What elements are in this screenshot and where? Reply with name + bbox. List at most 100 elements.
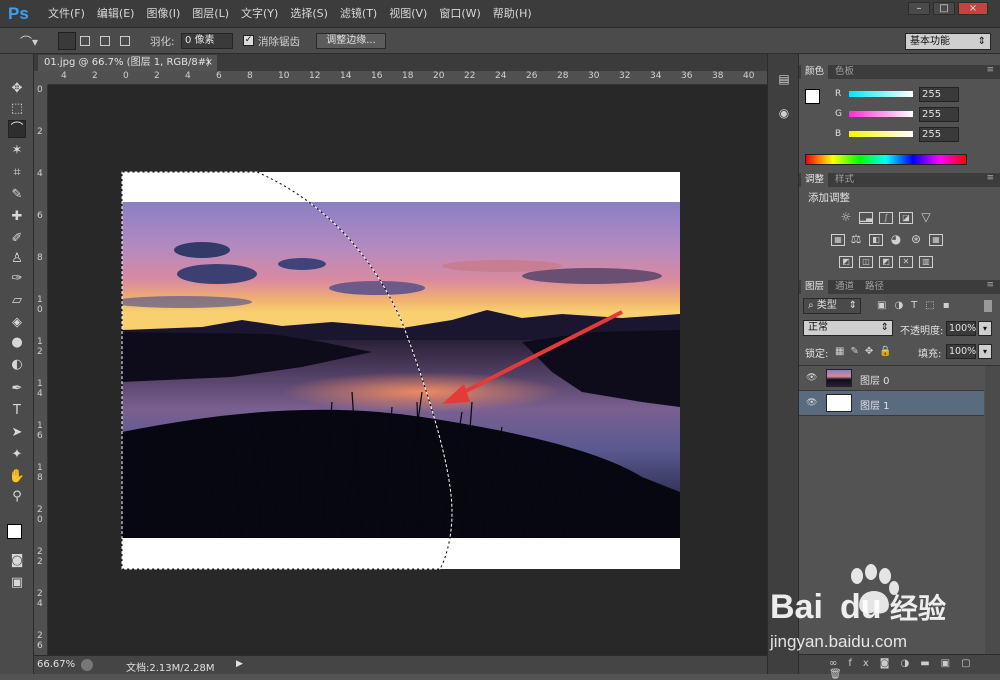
panel-menu-icon[interactable]: ≡ (986, 65, 994, 75)
zoom-level[interactable]: 66.67% (37, 659, 75, 670)
clone-stamp-tool-icon[interactable]: ♙ (8, 250, 26, 268)
status-arrow-icon[interactable]: ▶ (236, 659, 243, 669)
layer-footer-icons[interactable]: ∞fx◙◑▬▣▢🗑 (829, 658, 1000, 680)
menu-item-8[interactable]: 窗口(W) (433, 0, 486, 28)
antialias-checkbox[interactable]: ✓ (243, 35, 254, 46)
history-brush-tool-icon[interactable]: ✑ (8, 270, 26, 288)
color-balance-icon[interactable]: ⚖ (849, 233, 863, 246)
channel-slider[interactable] (849, 91, 913, 97)
add-selection-icon[interactable] (80, 36, 90, 46)
canvas[interactable] (121, 171, 680, 570)
shape-tool-icon[interactable]: ✦ (8, 446, 26, 464)
paint-bucket-tool-icon[interactable]: ◈ (8, 314, 26, 332)
menu-item-9[interactable]: 帮助(H) (487, 0, 538, 28)
gradient-map-icon[interactable]: ▥ (919, 256, 933, 268)
blend-mode-select[interactable]: 正常 ⇕ (803, 320, 893, 336)
properties-panel-icon[interactable]: ◉ (775, 106, 793, 124)
tab-swatches[interactable]: 色板 (831, 65, 858, 79)
menu-item-2[interactable]: 图像(I) (140, 0, 186, 28)
brightness-icon[interactable]: ☼ (839, 211, 853, 224)
channel-slider[interactable] (849, 111, 913, 117)
visibility-eye-icon[interactable]: 👁 (806, 373, 818, 383)
opacity-dropdown-icon[interactable]: ▾ (978, 321, 992, 336)
color-spectrum[interactable] (805, 154, 967, 165)
tab-styles[interactable]: 样式 (831, 173, 858, 187)
filter-toggle-icon[interactable] (984, 300, 992, 312)
lasso-preset-icon[interactable]: ⌒▾ (20, 33, 48, 49)
move-tool-icon[interactable]: ✥ (8, 80, 26, 98)
marquee-tool-icon[interactable]: ⬚ (8, 100, 26, 118)
lasso-tool-icon[interactable]: ⌒ (8, 120, 26, 138)
subtract-selection-icon[interactable] (100, 36, 110, 46)
menu-item-3[interactable]: 图层(L) (186, 0, 235, 28)
intersect-selection-icon[interactable] (120, 36, 130, 46)
panel-menu-icon[interactable]: ≡ (986, 173, 994, 183)
healing-brush-tool-icon[interactable]: ✚ (8, 208, 26, 226)
channel-slider[interactable] (849, 131, 913, 137)
layer-row-1[interactable]: 👁 图层 1 (799, 391, 984, 416)
menu-item-1[interactable]: 编辑(E) (91, 0, 141, 28)
workspace-select[interactable]: 基本功能 ⇕ (905, 33, 991, 50)
menu-item-0[interactable]: 文件(F) (42, 0, 91, 28)
new-selection-icon[interactable] (58, 32, 76, 50)
vibrance-icon[interactable]: ▽ (919, 211, 933, 224)
channel-mixer-icon[interactable]: ⊛ (909, 233, 923, 246)
layer-filter-select[interactable]: ⌕ 类型 ⇕ (803, 298, 861, 314)
channel-value-input[interactable]: 255 (919, 107, 959, 122)
refine-edge-button[interactable]: 调整边缘... (316, 33, 386, 49)
close-icon[interactable]: × (205, 55, 213, 71)
dodge-tool-icon[interactable]: ◐ (8, 356, 26, 374)
zoom-tool-icon[interactable]: ⚲ (8, 488, 26, 506)
fill-input[interactable]: 100% (946, 344, 976, 359)
status-menu-icon[interactable] (81, 659, 93, 671)
eraser-tool-icon[interactable]: ▱ (8, 292, 26, 310)
exposure-icon[interactable]: ◪ (899, 212, 913, 224)
tab-adjustments[interactable]: 调整 (801, 173, 829, 187)
levels-icon[interactable]: ▁▃ (859, 212, 873, 224)
minimize-button[interactable]: – (908, 2, 930, 15)
brush-tool-icon[interactable]: ✐ (8, 230, 26, 248)
fill-dropdown-icon[interactable]: ▾ (978, 344, 992, 359)
history-panel-icon[interactable]: ▤ (775, 72, 793, 90)
document-tab[interactable]: 01.jpg @ 66.7% (图层 1, RGB/8#) *× (38, 55, 217, 84)
channel-value-input[interactable]: 255 (919, 127, 959, 142)
layer-filter-icons[interactable]: ▣◑T⬚▪ (877, 300, 958, 311)
tab-paths[interactable]: 路径 (861, 280, 888, 294)
tab-channels[interactable]: 通道 (831, 280, 858, 294)
opacity-input[interactable]: 100% (946, 321, 976, 336)
magic-wand-tool-icon[interactable]: ✶ (8, 142, 26, 160)
tab-color[interactable]: 颜色 (801, 65, 829, 79)
threshold-icon[interactable]: ◩ (879, 256, 893, 268)
quick-mask-icon[interactable]: ◙ (8, 552, 26, 570)
selective-color-icon[interactable]: ✕ (899, 256, 913, 268)
menu-item-7[interactable]: 视图(V) (383, 0, 433, 28)
screen-mode-icon[interactable]: ▣ (8, 574, 26, 592)
type-tool-icon[interactable]: T (8, 402, 26, 420)
panel-menu-icon[interactable]: ≡ (986, 280, 994, 290)
color-lookup-icon[interactable]: ▦ (929, 234, 943, 246)
foreground-color-swatch[interactable] (7, 524, 22, 539)
hue-saturation-icon[interactable]: ▦ (831, 234, 845, 246)
layer-row-0[interactable]: 👁 图层 0 (799, 366, 984, 391)
fg-color-swatch[interactable] (805, 89, 820, 104)
eyedropper-tool-icon[interactable]: ✎ (8, 186, 26, 204)
blur-tool-icon[interactable]: ● (8, 334, 26, 352)
tab-layers[interactable]: 图层 (801, 280, 829, 294)
menu-item-6[interactable]: 滤镜(T) (334, 0, 383, 28)
menu-item-4[interactable]: 文字(Y) (235, 0, 284, 28)
pen-tool-icon[interactable]: ✒ (8, 380, 26, 398)
photo-filter-icon[interactable]: ◕ (889, 233, 903, 246)
restore-button[interactable]: □ (933, 2, 955, 15)
invert-icon[interactable]: ◩ (839, 256, 853, 268)
crop-tool-icon[interactable]: ⌗ (8, 164, 26, 182)
close-button[interactable]: × (958, 2, 988, 15)
visibility-eye-icon[interactable]: 👁 (806, 398, 818, 408)
posterize-icon[interactable]: ◫ (859, 256, 873, 268)
channel-value-input[interactable]: 255 (919, 87, 959, 102)
menu-item-5[interactable]: 选择(S) (284, 0, 334, 28)
black-white-icon[interactable]: ◧ (869, 234, 883, 246)
lock-icons[interactable]: ▦✎✥🔒 (835, 346, 898, 357)
curves-icon[interactable]: ∫ (879, 212, 893, 224)
hand-tool-icon[interactable]: ✋ (8, 468, 26, 486)
path-selection-tool-icon[interactable]: ➤ (8, 424, 26, 442)
